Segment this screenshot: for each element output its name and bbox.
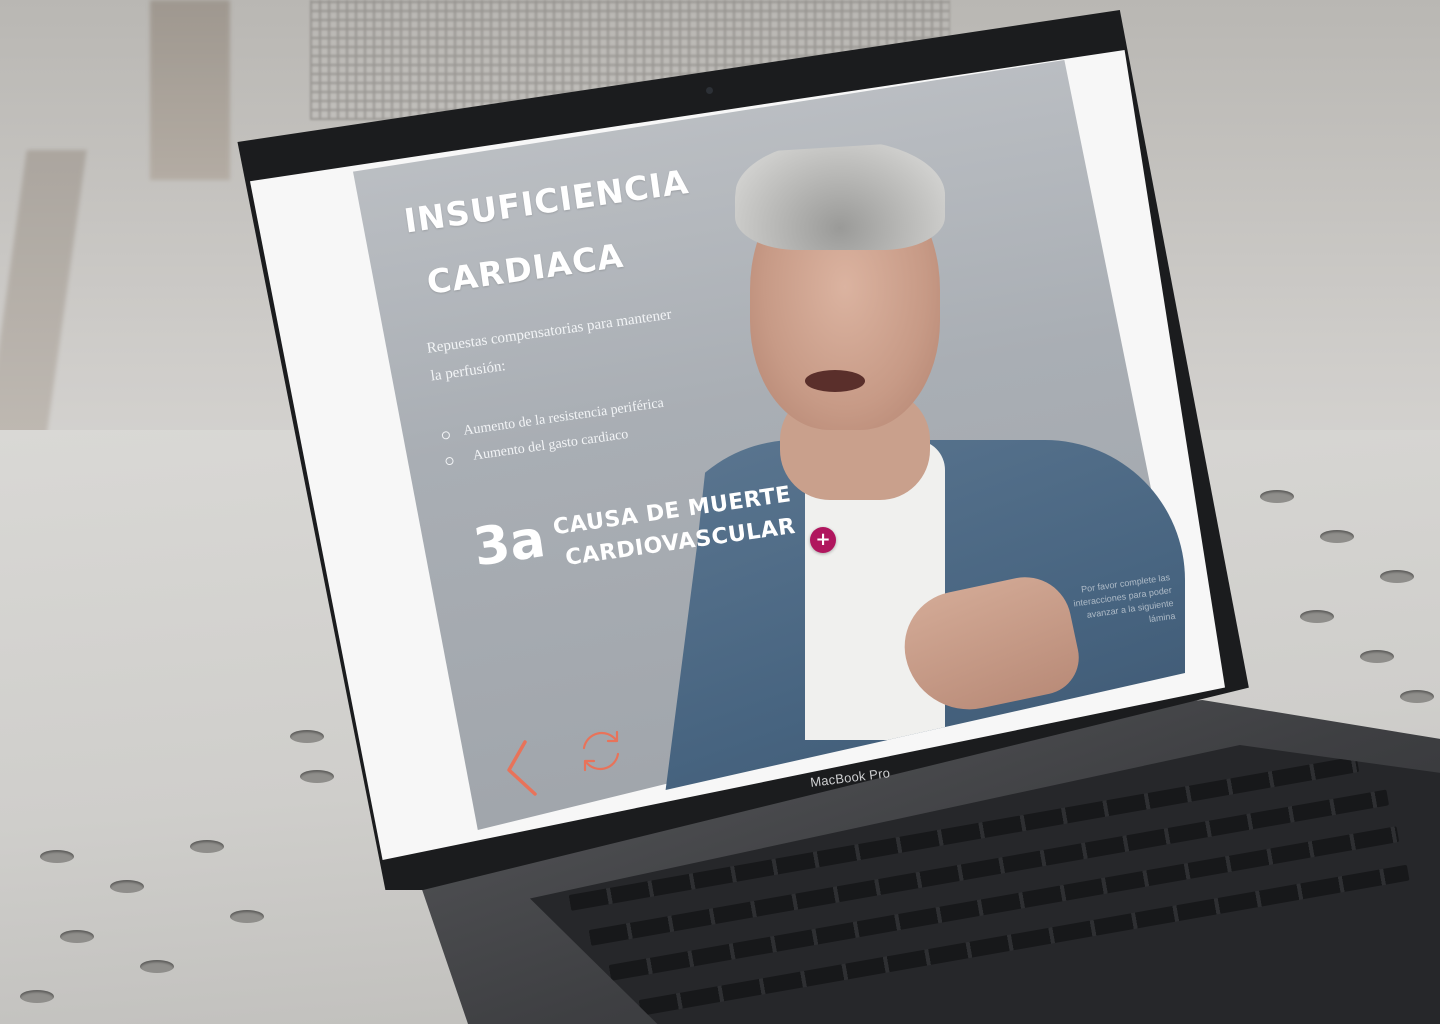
webcam bbox=[706, 87, 713, 94]
table-hole bbox=[1380, 570, 1414, 583]
table-hole bbox=[20, 990, 54, 1003]
table-hole bbox=[300, 770, 334, 783]
table-hole bbox=[230, 910, 264, 923]
table-hole bbox=[110, 880, 144, 893]
table-hole bbox=[1300, 610, 1334, 623]
table-hole bbox=[40, 850, 74, 863]
photo-mouth bbox=[805, 370, 865, 392]
table-hole bbox=[1260, 490, 1294, 503]
expand-plus-button[interactable]: + bbox=[810, 527, 836, 553]
stat-number: 3a bbox=[469, 509, 549, 579]
table-hole bbox=[1360, 650, 1394, 663]
reload-slide-button[interactable] bbox=[576, 726, 626, 776]
previous-slide-button[interactable] bbox=[503, 738, 543, 798]
table-hole bbox=[1400, 690, 1434, 703]
photo-hair bbox=[735, 140, 945, 250]
chevron-left-icon bbox=[507, 740, 537, 796]
table-hole bbox=[290, 730, 324, 743]
table-hole bbox=[1320, 530, 1354, 543]
table-hole bbox=[140, 960, 174, 973]
reload-icon bbox=[582, 730, 620, 772]
background-chair bbox=[150, 0, 230, 180]
table-hole bbox=[60, 930, 94, 943]
table-hole bbox=[190, 840, 224, 853]
